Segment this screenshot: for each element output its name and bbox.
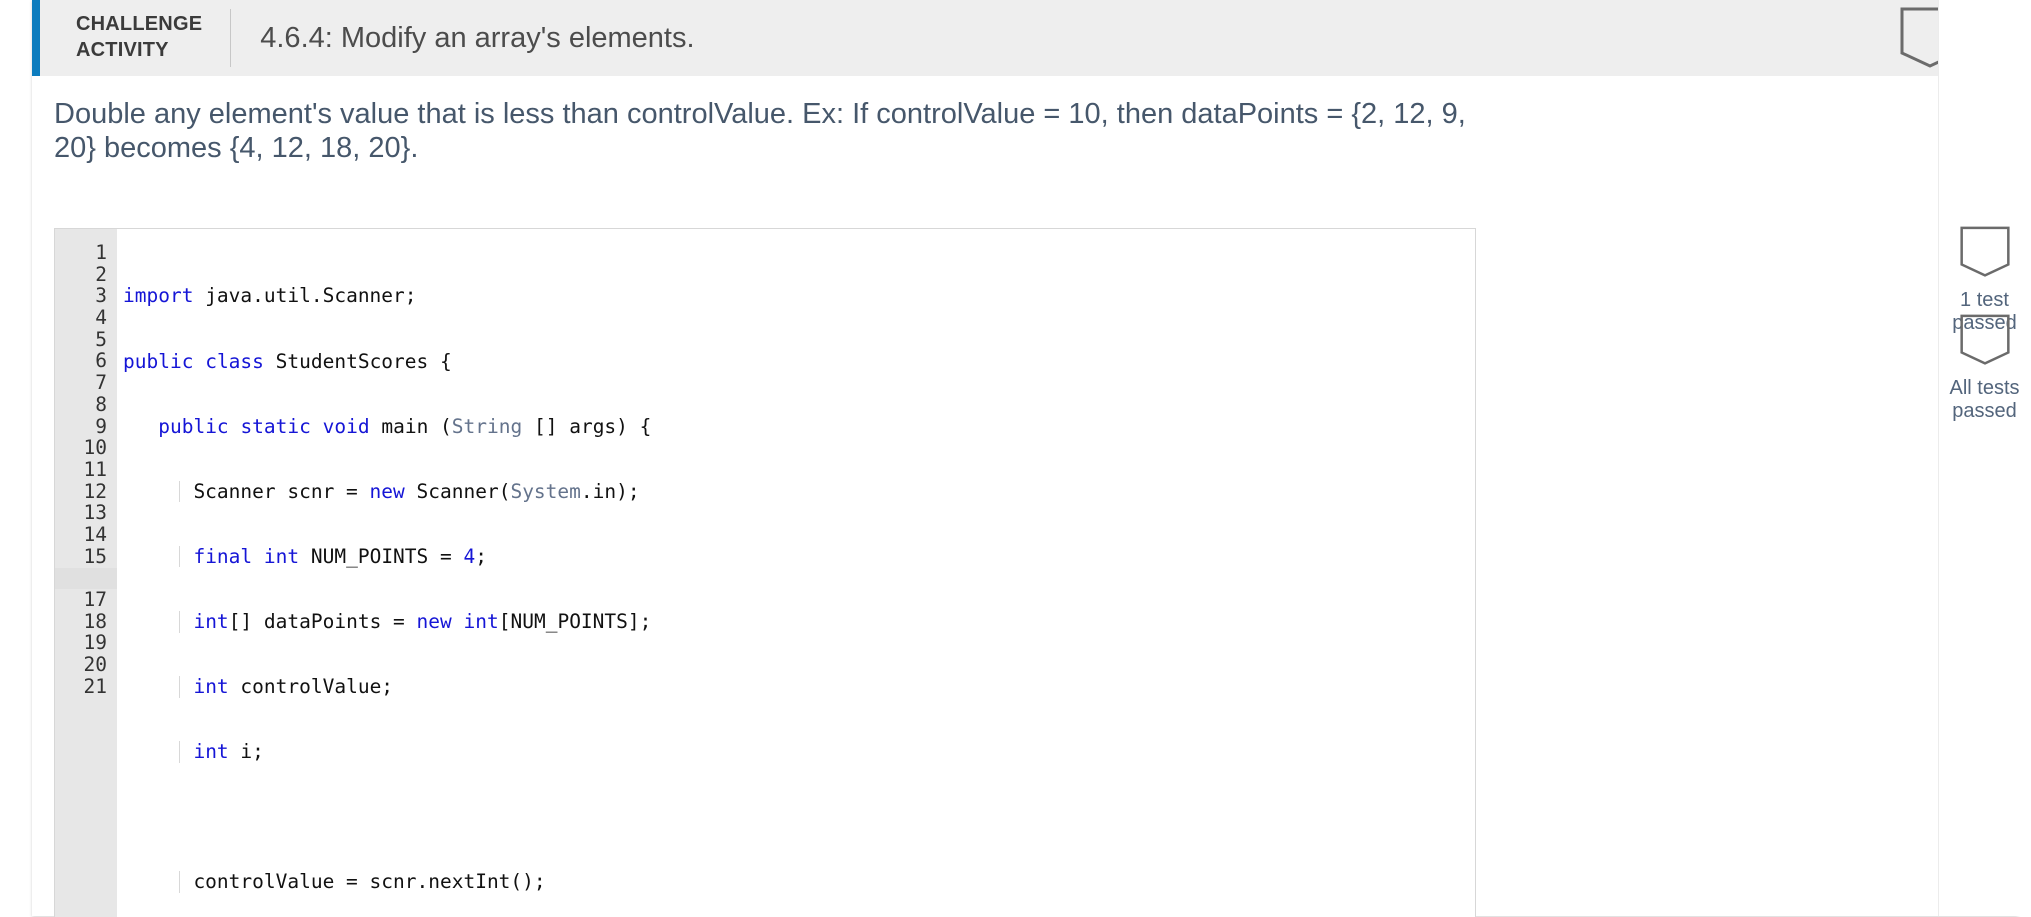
line-number: 4 (95, 306, 107, 330)
line-number: 10 (83, 436, 107, 460)
line-number: 19 (83, 631, 107, 655)
line-number: 12 (83, 479, 107, 503)
challenge-activity-card: CHALLENGE ACTIVITY 4.6.4: Modify an arra… (32, 0, 2018, 917)
line-number: 1 (95, 241, 107, 264)
badge-label-line2: passed (1952, 400, 2017, 422)
code-editor[interactable]: 1 2 3 4 5 6 7 8 9 10 11 12 13 14 15 16 1 (54, 228, 1476, 917)
code-line-1: import java.util.Scanner; (123, 284, 417, 308)
line-number: 9 (95, 414, 107, 438)
activity-kicker: CHALLENGE ACTIVITY (76, 12, 202, 63)
code-content[interactable]: import java.util.Scanner; public class S… (117, 229, 1475, 917)
line-number: 14 (83, 522, 107, 546)
gutter-highlight (55, 567, 117, 590)
line-number: 13 (83, 501, 107, 525)
header-divider (230, 9, 232, 67)
pennant-icon (1959, 226, 2010, 277)
header-accent-bar (32, 0, 40, 76)
badge-all-tests-passed[interactable]: All tests passed (1938, 314, 2031, 423)
activity-description: Double any element's value that is less … (54, 98, 1466, 164)
badge-label-line1: All tests (1949, 377, 2020, 399)
code-line-6: int[] dataPoints = new int[NUM_POINTS]; (123, 611, 1475, 633)
activity-kicker-line2: ACTIVITY (76, 39, 169, 61)
line-number: 5 (95, 327, 107, 351)
line-number: 17 (83, 588, 107, 611)
line-number: 11 (83, 457, 107, 481)
code-line-3: public static void main (String [] args)… (158, 414, 652, 438)
badge-label-line1: 1 test (1960, 289, 2009, 311)
pennant-icon (1959, 314, 2010, 365)
code-line-8: int i; (123, 741, 1475, 763)
line-number: 3 (95, 284, 107, 308)
line-number: 20 (83, 653, 107, 677)
activity-header: CHALLENGE ACTIVITY 4.6.4: Modify an arra… (32, 0, 2018, 76)
code-line-2: public class StudentScores { (123, 349, 452, 373)
activity-kicker-line1: CHALLENGE (76, 13, 203, 36)
activity-title: 4.6.4: Modify an array's elements. (260, 21, 695, 54)
line-number: 15 (83, 544, 107, 568)
code-line-5: final int NUM_POINTS = 4; (123, 545, 1475, 568)
line-number: 18 (83, 609, 107, 633)
code-line-4: Scanner scnr = new Scanner(System.in); (123, 480, 1475, 503)
line-number: 21 (83, 674, 107, 698)
line-number: 8 (95, 392, 107, 416)
code-line-10: controlValue = scnr.nextInt(); (123, 871, 1475, 893)
page-root: CHALLENGE ACTIVITY 4.6.4: Modify an arra… (0, 0, 2031, 917)
line-number: 7 (95, 371, 107, 395)
code-line-7: int controlValue; (123, 676, 1475, 698)
line-number: 2 (95, 262, 107, 286)
line-number: 6 (95, 349, 107, 373)
test-results-rail: 1 test passed All tests passed (1938, 0, 2031, 916)
rail-divider (1938, 0, 1939, 916)
